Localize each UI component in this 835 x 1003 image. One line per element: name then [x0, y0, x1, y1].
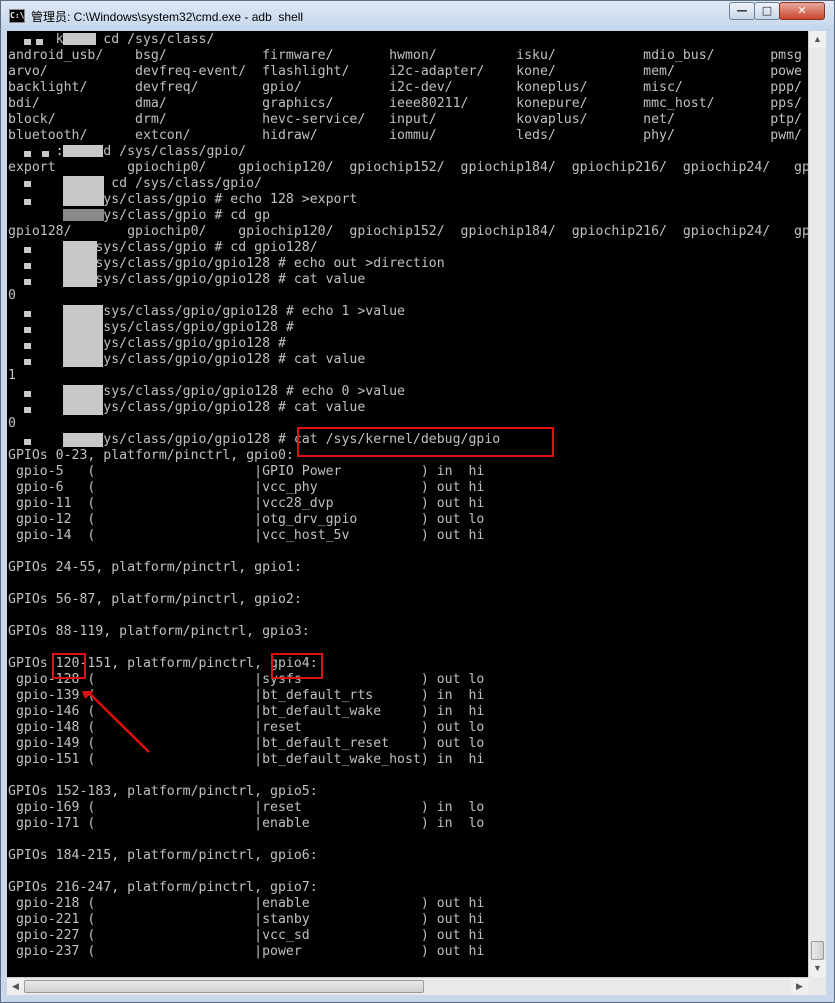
- redaction-block: [24, 199, 31, 205]
- close-button[interactable]: ✕: [779, 2, 825, 20]
- console-line: gpio-169 ( |reset ) in lo: [8, 800, 485, 815]
- console-line: gpio-221 ( |stanby ) out hi: [8, 912, 485, 927]
- console-line: 1: [8, 368, 16, 383]
- redaction-block: [24, 181, 31, 187]
- console-line: arvo/ devfreq-event/ flashlight/ i2c-ada…: [8, 64, 802, 79]
- console-line: bluetooth/ extcon/ hidraw/ iommu/ leds/ …: [8, 128, 802, 143]
- redaction-block: [24, 39, 31, 45]
- console-line: bdi/ dma/ graphics/ ieee80211/ konepure/…: [8, 96, 802, 111]
- redaction-block: [24, 311, 31, 317]
- console-line: gpio-14 ( |vcc_host_5v ) out hi: [8, 528, 485, 543]
- scroll-up-arrow-icon[interactable]: ▲: [809, 31, 826, 48]
- console-line: gpio-237 ( |power ) out hi: [8, 944, 485, 959]
- redaction-block: [63, 433, 103, 447]
- redaction-block: [24, 359, 31, 365]
- console-line: gpio-227 ( |vcc_sd ) out hi: [8, 928, 485, 943]
- console-line: gpio-218 ( |enable ) out hi: [8, 896, 485, 911]
- console-line: k:/sys/class/gpio/gpio128 #: [8, 336, 286, 351]
- console-line: export gpiochip0/ gpiochip120/ gpiochip1…: [8, 160, 808, 175]
- redaction-block: [63, 305, 103, 367]
- console-line: GPIOs 184-215, platform/pinctrl, gpio6:: [8, 848, 318, 863]
- console-line: :/sys/class/gpio/gpio128 # cat value: [8, 352, 366, 367]
- console-text: k:/ # cd /sys/class/ android_usb/ bsg/ f…: [7, 31, 808, 960]
- console-line: GPIOs 0-23, platform/pinctrl, gpio0:: [8, 448, 294, 463]
- redaction-block: [42, 151, 49, 157]
- scrollbar-corner: [808, 977, 826, 995]
- console-line: gpio-11 ( |vcc28_dvp ) out hi: [8, 496, 485, 511]
- redaction-block: [63, 33, 96, 45]
- scroll-left-arrow-icon[interactable]: ◀: [7, 978, 24, 995]
- redaction-block: [24, 151, 31, 157]
- redaction-block: [24, 343, 31, 349]
- console-line: GPIOs 88-119, platform/pinctrl, gpio3:: [8, 624, 310, 639]
- console-line: 0: [8, 416, 16, 431]
- cmd-app-icon[interactable]: C:\: [9, 9, 25, 23]
- console-line: backlight/ devfreq/ gpio/ i2c-dev/ konep…: [8, 80, 802, 95]
- window-title: 管理员: C:\Windows\system32\cmd.exe - adb s…: [31, 10, 304, 24]
- console-line: GPIOs 24-55, platform/pinctrl, gpio1:: [8, 560, 302, 575]
- scroll-right-arrow-icon[interactable]: ▶: [791, 978, 808, 995]
- console-line: k:/sys/class/gpio/gpio128 # cat value: [8, 400, 366, 415]
- console-line: 0: [8, 288, 16, 303]
- highlight-box-gpio-base: [52, 653, 86, 679]
- console-line: gpio128/ gpiochip0/ gpiochip120/ gpiochi…: [8, 224, 808, 239]
- console-line: GPIOs 56-87, platform/pinctrl, gpio2:: [8, 592, 302, 607]
- vertical-scroll-thumb[interactable]: [811, 941, 824, 960]
- redaction-block: [63, 385, 103, 415]
- maximize-button[interactable]: □: [754, 2, 780, 20]
- redaction-block: [24, 391, 31, 397]
- console-line: /sys/class/gpio/gpio128 #: [8, 320, 294, 335]
- horizontal-scroll-thumb[interactable]: [24, 980, 424, 993]
- console-line: k:/sys/class/gpio # cd gpio128/: [8, 240, 318, 255]
- console-line: GPIOs 216-247, platform/pinctrl, gpio7:: [8, 880, 318, 895]
- console-line: :/ # cd /sys/class/gpio/: [8, 176, 263, 191]
- red-arrow-annotation: [82, 691, 150, 753]
- console-line: android_usb/ bsg/ firmware/ hwmon/ isku/…: [8, 48, 802, 63]
- redaction-block: [63, 209, 104, 221]
- redaction-block: [24, 247, 31, 253]
- console-line: :/sys/class/gpio # echo 128 >export: [8, 192, 358, 207]
- console-line: gpio-5 ( |GPIO Power ) in hi: [8, 464, 485, 479]
- console-line: gpio-171 ( |enable ) in lo: [8, 816, 485, 831]
- vertical-scrollbar[interactable]: ▲ ▼: [808, 31, 826, 977]
- console-line: k:/sys/class/gpio/gpio128 # cat value: [8, 272, 366, 287]
- console-line: gpio-12 ( |otg_drv_gpio ) out lo: [8, 512, 485, 527]
- redaction-block: [24, 407, 31, 413]
- redaction-block: [24, 279, 31, 285]
- scroll-down-arrow-icon[interactable]: ▼: [809, 960, 826, 977]
- minimize-button[interactable]: —: [729, 2, 755, 20]
- redaction-block: [63, 145, 103, 157]
- console-line: gpio-6 ( |vcc_phy ) out hi: [8, 480, 485, 495]
- highlight-box-debug-command: [297, 427, 554, 457]
- title-bar[interactable]: C:\ 管理员: C:\Windows\system32\cmd.exe - a…: [1, 1, 834, 31]
- console-line: block/ drm/ hevc-service/ input/ kovaplu…: [8, 112, 802, 127]
- cmd-window: C:\ 管理员: C:\Windows\system32\cmd.exe - a…: [0, 0, 835, 1003]
- console-output-area[interactable]: k:/ # cd /sys/class/ android_usb/ bsg/ f…: [7, 31, 808, 977]
- horizontal-scrollbar[interactable]: ◀ ▶: [7, 977, 808, 995]
- redaction-block: [24, 263, 31, 269]
- redaction-block: [36, 39, 43, 45]
- redaction-block: [24, 327, 31, 333]
- highlight-box-gpio4-chip: [271, 653, 323, 679]
- redaction-block: [24, 439, 31, 445]
- redaction-block: [63, 241, 97, 287]
- console-line: :/sys/class/gpio # cd gp: [8, 208, 271, 223]
- redaction-block: [63, 176, 104, 206]
